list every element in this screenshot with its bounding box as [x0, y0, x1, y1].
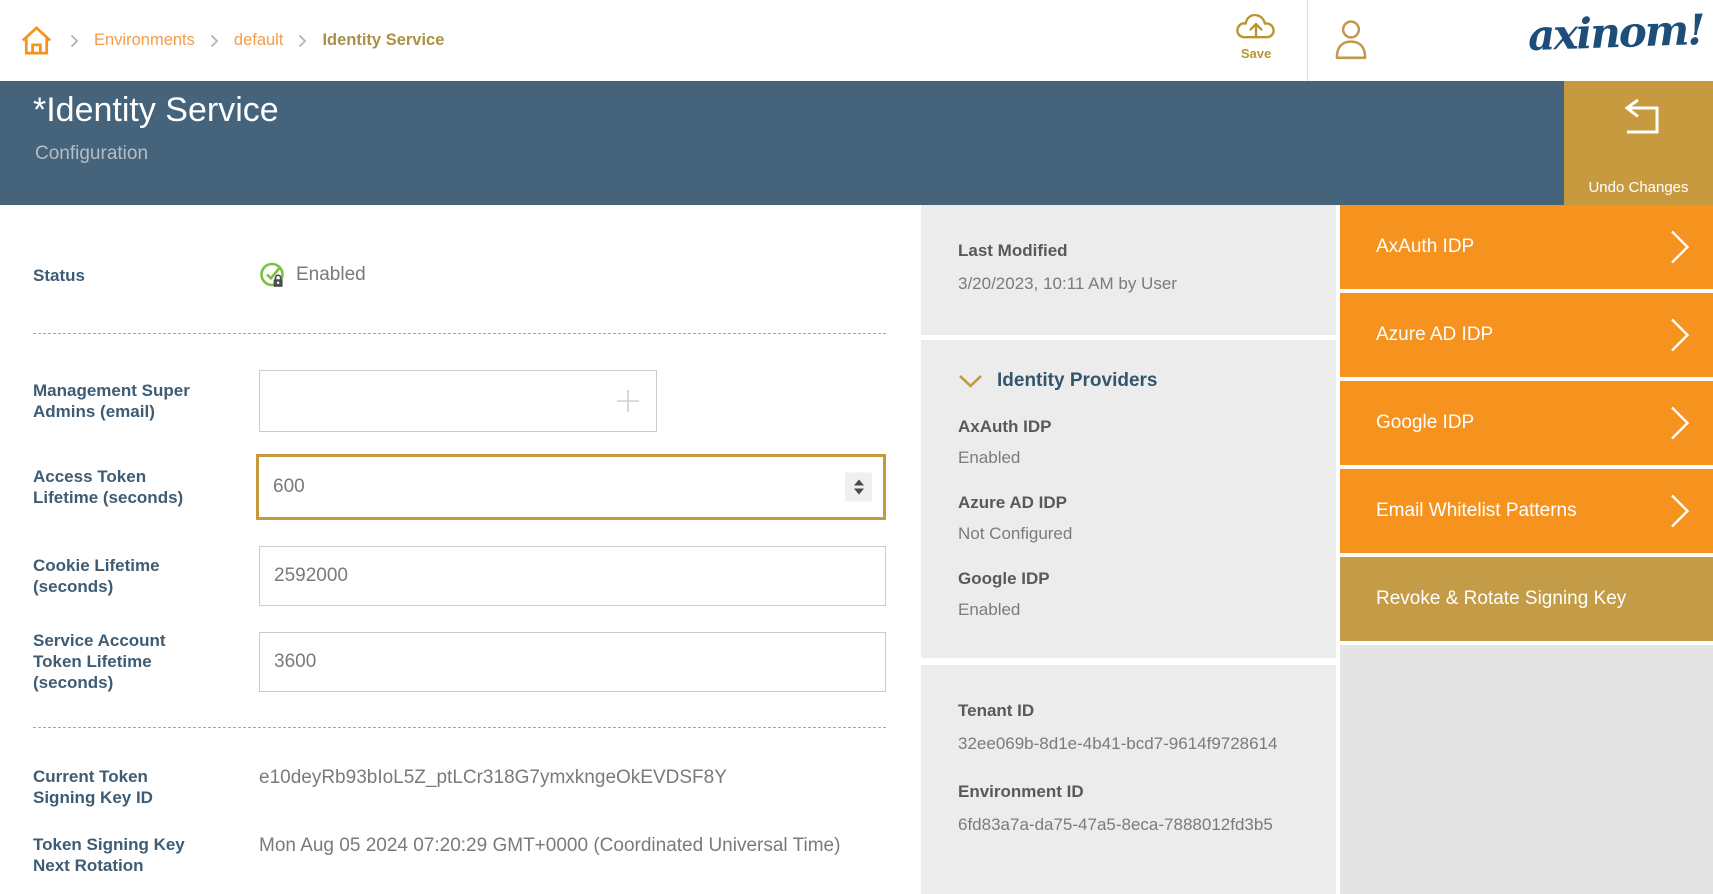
sidebar-item-axauth-idp[interactable]: AxAuth IDP	[1340, 205, 1713, 289]
access-token-label: Access Token Lifetime (seconds)	[33, 466, 200, 508]
action-sidebar: AxAuth IDP Azure AD IDP Google IDP Email…	[1336, 205, 1713, 894]
user-profile-button[interactable]	[1330, 18, 1372, 65]
last-modified-card: Last Modified 3/20/2023, 10:11 AM by Use…	[921, 205, 1336, 335]
chevron-right-icon	[1669, 493, 1691, 530]
save-button-label: Save	[1241, 46, 1271, 61]
super-admins-label: Management Super Admins (email)	[33, 380, 203, 422]
stepper-up-arrow[interactable]	[854, 480, 864, 486]
access-token-row: Access Token Lifetime (seconds)	[33, 454, 886, 520]
sidebar-item-google-idp[interactable]: Google IDP	[1340, 381, 1713, 465]
status-label: Status	[33, 265, 203, 286]
save-button[interactable]: Save	[1220, 9, 1292, 61]
stepper-down-arrow[interactable]	[854, 489, 864, 495]
section-divider	[33, 333, 886, 334]
access-token-input[interactable]	[256, 454, 886, 520]
add-admin-button[interactable]	[611, 384, 645, 418]
sidebar-item-email-whitelist-patterns[interactable]: Email Whitelist Patterns	[1340, 469, 1713, 553]
provider-item: Azure AD IDP Not Configured	[958, 493, 1318, 544]
plus-icon	[611, 406, 645, 421]
breadcrumb-environments[interactable]: Environments	[94, 31, 195, 50]
page-title: *Identity Service	[33, 91, 279, 130]
number-stepper-icon[interactable]	[845, 473, 872, 502]
status-row: Status Enabled	[33, 261, 886, 289]
cookie-lifetime-inputbox	[259, 546, 886, 606]
provider-name: Azure AD IDP	[958, 493, 1318, 513]
cloud-upload-save-icon	[1233, 9, 1280, 45]
status-value: Enabled	[259, 261, 366, 289]
sidebar-item-label: AxAuth IDP	[1376, 236, 1474, 258]
breadcrumb-current-page: Identity Service	[322, 31, 444, 50]
rotation-value: Mon Aug 05 2024 07:20:29 GMT+0000 (Coord…	[259, 834, 840, 857]
tenant-id-label: Tenant ID	[958, 701, 1318, 721]
identity-providers-toggle[interactable]: Identity Providers	[958, 370, 1318, 392]
access-token-inputbox	[256, 454, 886, 520]
signing-key-value: e10deyRb93bIoL5Z_ptLCr318G7ymxkngeOkEVDS…	[259, 766, 727, 789]
info-panel: Last Modified 3/20/2023, 10:11 AM by Use…	[921, 205, 1336, 894]
check-circle-lock-icon	[259, 261, 287, 289]
provider-name: Google IDP	[958, 569, 1318, 589]
page-header: *Identity Service Configuration Undo Cha…	[0, 81, 1713, 205]
environment-id-label: Environment ID	[958, 782, 1318, 802]
cookie-lifetime-row: Cookie Lifetime (seconds)	[33, 546, 886, 606]
section-divider	[33, 727, 886, 728]
super-admins-inputbox	[259, 370, 657, 432]
rotation-row: Token Signing Key Next Rotation Mon Aug …	[33, 834, 886, 876]
sidebar-item-label: Azure AD IDP	[1376, 324, 1493, 346]
super-admins-row: Management Super Admins (email)	[33, 370, 886, 432]
breadcrumb: Environments default Identity Service	[18, 0, 444, 81]
provider-status: Enabled	[958, 448, 1318, 468]
provider-status: Enabled	[958, 600, 1318, 620]
sidebar-item-revoke-rotate-signing-key[interactable]: Revoke & Rotate Signing Key	[1340, 557, 1713, 641]
chevron-separator-icon	[70, 34, 79, 48]
signing-key-row: Current Token Signing Key ID e10deyRb93b…	[33, 766, 886, 808]
sidebar-item-azure-ad-idp[interactable]: Azure AD IDP	[1340, 293, 1713, 377]
identity-providers-card: Identity Providers AxAuth IDP Enabled Az…	[921, 340, 1336, 658]
provider-item: AxAuth IDP Enabled	[958, 417, 1318, 468]
sidebar-item-label: Revoke & Rotate Signing Key	[1376, 588, 1626, 610]
service-account-row: Service Account Token Lifetime (seconds)	[33, 630, 886, 693]
identity-providers-title: Identity Providers	[997, 370, 1158, 392]
tenant-id-value: 32ee069b-8d1e-4b41-bcd7-9614f9728614	[958, 734, 1318, 754]
user-profile-icon	[1330, 50, 1372, 65]
chevron-separator-icon	[298, 34, 307, 48]
chevron-right-icon	[1669, 229, 1691, 266]
ids-card: Tenant ID 32ee069b-8d1e-4b41-bcd7-9614f9…	[921, 665, 1336, 894]
topbar-divider	[1307, 0, 1308, 81]
sidebar-filler	[1340, 645, 1713, 894]
cookie-lifetime-input[interactable]	[259, 546, 886, 606]
rotation-label: Token Signing Key Next Rotation	[33, 834, 203, 876]
cookie-lifetime-label: Cookie Lifetime (seconds)	[33, 555, 203, 597]
chevron-separator-icon	[210, 34, 219, 48]
service-account-label: Service Account Token Lifetime (seconds)	[33, 630, 203, 693]
axinom-logo: axinom!	[1527, 5, 1709, 60]
main-content: Status Enabled Management Super Admins (…	[0, 205, 1713, 894]
configuration-form: Status Enabled Management Super Admins (…	[0, 205, 921, 894]
last-modified-label: Last Modified	[958, 241, 1318, 261]
chevron-right-icon	[1669, 317, 1691, 354]
sidebar-item-label: Email Whitelist Patterns	[1376, 500, 1577, 522]
service-account-inputbox	[259, 632, 886, 692]
sidebar-item-label: Google IDP	[1376, 412, 1474, 434]
provider-status: Not Configured	[958, 524, 1318, 544]
breadcrumb-default[interactable]: default	[234, 31, 284, 50]
signing-key-label: Current Token Signing Key ID	[33, 766, 203, 808]
provider-name: AxAuth IDP	[958, 417, 1318, 437]
status-value-text: Enabled	[296, 264, 366, 286]
last-modified-value: 3/20/2023, 10:11 AM by User	[958, 274, 1318, 294]
undo-changes-button[interactable]: Undo Changes	[1564, 81, 1713, 205]
home-icon[interactable]	[18, 22, 55, 59]
undo-changes-label: Undo Changes	[1588, 179, 1688, 196]
page-subtitle: Configuration	[35, 143, 148, 165]
undo-arrow-icon	[1613, 98, 1665, 142]
top-bar: Environments default Identity Service Sa…	[0, 0, 1713, 81]
environment-id-value: 6fd83a7a-da75-47a5-8eca-7888012fd3b5	[958, 815, 1318, 835]
service-account-input[interactable]	[259, 632, 886, 692]
provider-item: Google IDP Enabled	[958, 569, 1318, 620]
super-admins-input[interactable]	[259, 370, 657, 432]
chevron-down-icon	[958, 374, 983, 389]
chevron-right-icon	[1669, 405, 1691, 442]
